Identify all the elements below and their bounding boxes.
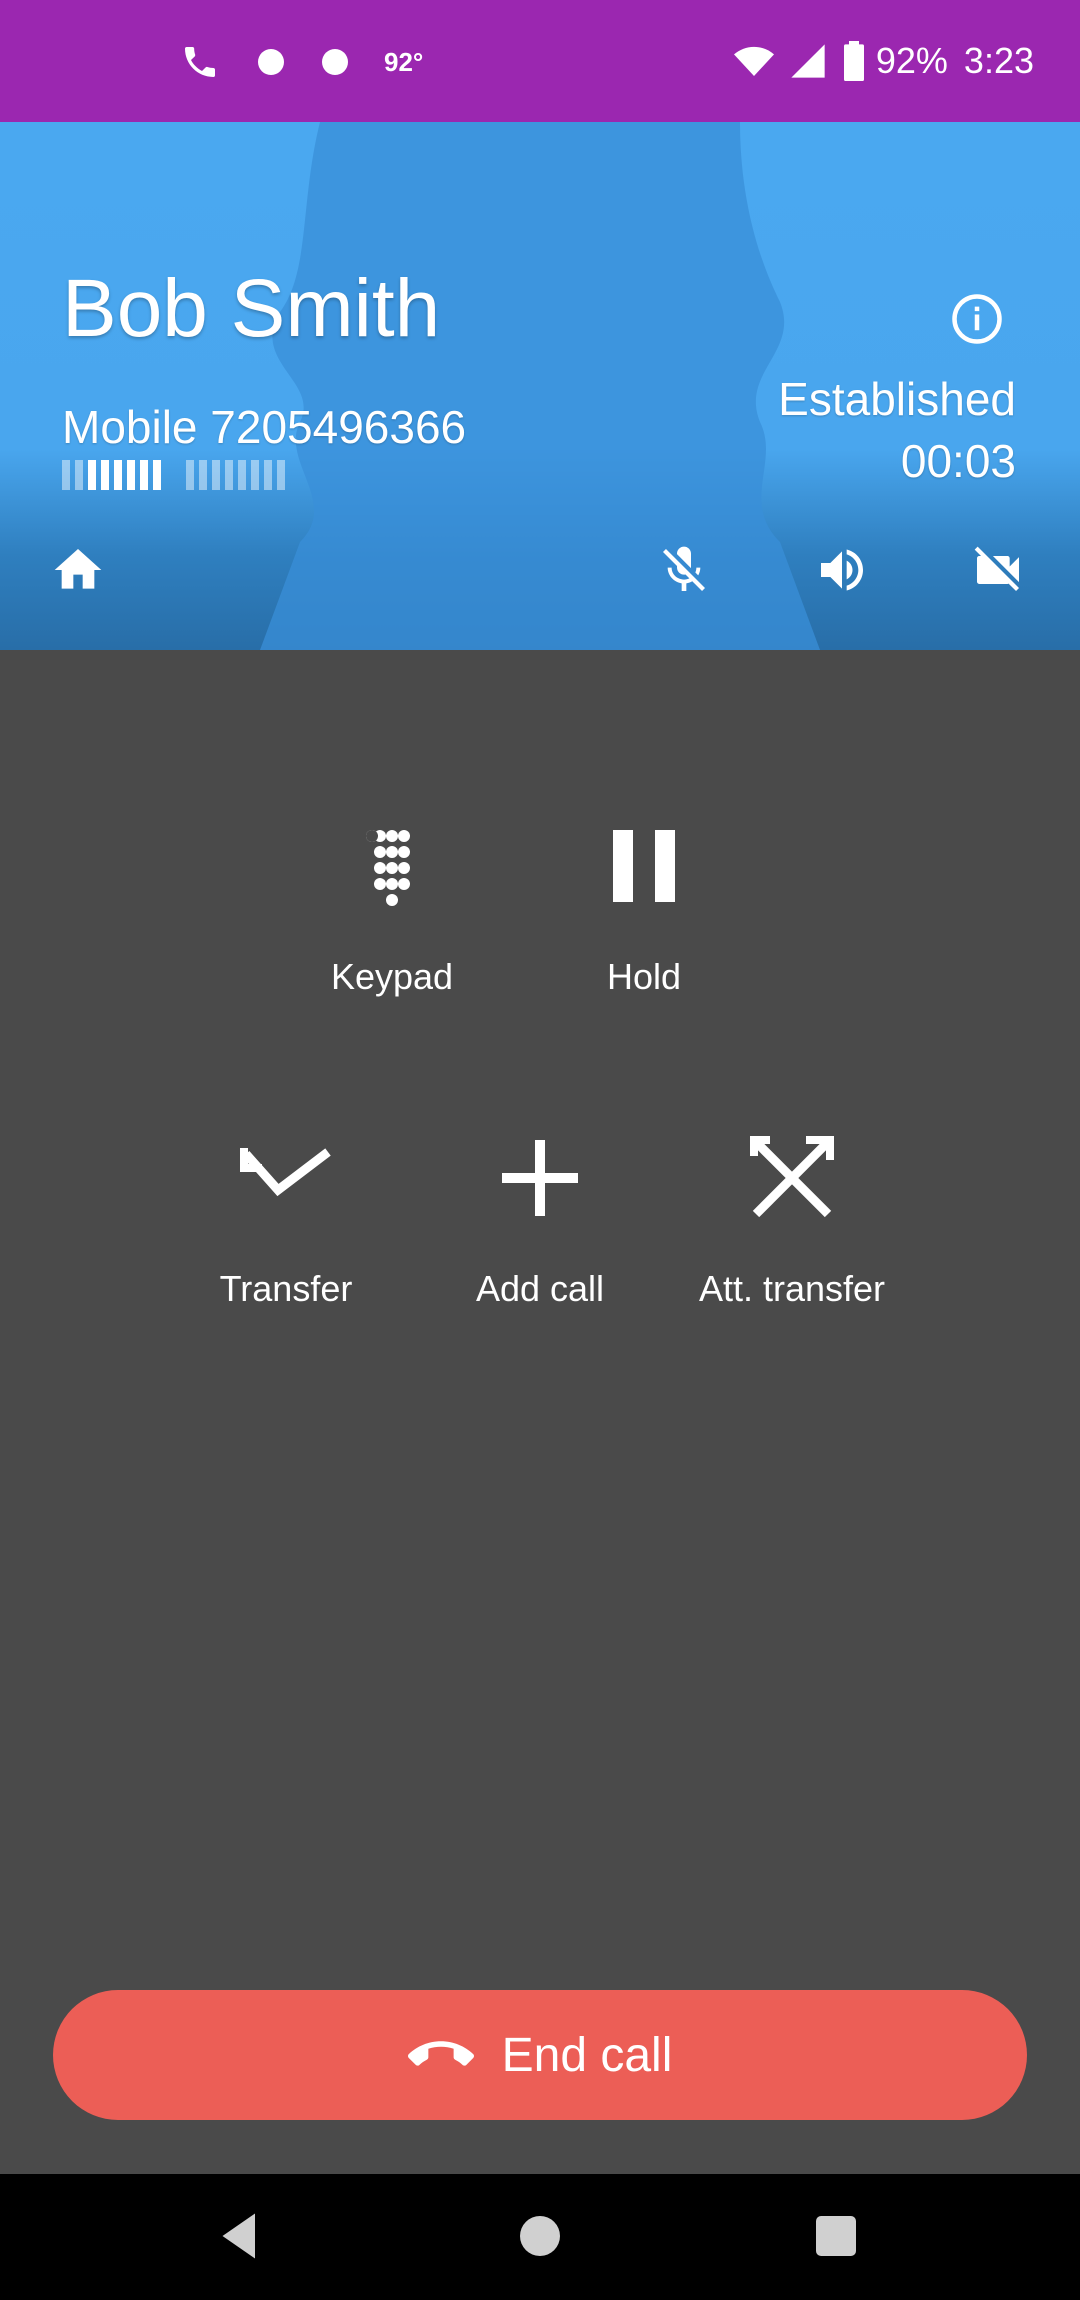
plus-icon — [502, 1140, 578, 1216]
phone-icon — [185, 47, 215, 77]
quality-bar — [153, 460, 161, 490]
quality-bar — [186, 460, 194, 490]
battery-percentage: 92% — [875, 40, 948, 81]
recents-icon[interactable] — [806, 2206, 866, 2266]
call-header: Bob Smith Mobile 7205496366 Established … — [0, 122, 1080, 650]
cell-signal-icon — [791, 44, 825, 78]
status-bar-left: 92° — [180, 40, 423, 84]
att-transfer-button[interactable]: Att. transfer — [692, 1128, 892, 1310]
caller-number: Mobile 7205496366 — [62, 401, 467, 453]
status-bar-right: 92% 3:23 — [733, 36, 1034, 86]
home-circle-icon[interactable] — [510, 2206, 570, 2266]
att-transfer-label: Att. transfer — [698, 1268, 886, 1309]
system-nav-bar — [0, 2174, 1080, 2300]
hold-label: Hold — [606, 956, 682, 997]
notification-dot-icon — [258, 49, 284, 75]
transfer-label: Transfer — [219, 1268, 353, 1309]
quality-bar — [127, 460, 135, 490]
quality-bar — [75, 460, 83, 490]
end-call-button[interactable]: End call — [53, 1990, 1027, 2120]
clock: 3:23 — [963, 40, 1034, 81]
keypad-button[interactable]: Keypad — [292, 816, 492, 998]
quality-bar — [277, 460, 285, 490]
end-call-label: End call — [501, 2028, 673, 2082]
quality-bar — [225, 460, 233, 490]
temperature: 92° — [384, 46, 424, 77]
attended-transfer-icon — [750, 1136, 834, 1218]
video-off-icon[interactable] — [970, 542, 1026, 598]
call-timer: 00:03 — [900, 435, 1016, 487]
dialpad-icon — [366, 830, 410, 906]
back-icon[interactable] — [210, 2206, 270, 2266]
add-call-label: Add call — [475, 1268, 605, 1309]
quality-bar — [238, 460, 246, 490]
notification-dot-icon — [322, 49, 348, 75]
transfer-button[interactable]: Transfer — [186, 1128, 386, 1310]
wifi-icon — [733, 46, 774, 76]
quality-bar — [101, 460, 109, 490]
call-state: Established — [778, 373, 1016, 425]
quality-bar — [140, 460, 148, 490]
pause-icon — [613, 830, 675, 902]
call-quality-bars — [62, 460, 290, 490]
contact-silhouette — [260, 122, 820, 650]
quality-bar — [199, 460, 207, 490]
home-icon[interactable] — [50, 542, 106, 598]
hold-button[interactable]: Hold — [544, 816, 744, 998]
info-icon[interactable] — [950, 292, 1004, 346]
quality-bar — [88, 460, 96, 490]
battery-icon — [843, 41, 864, 81]
add-call-button[interactable]: Add call — [440, 1128, 640, 1310]
quality-bar — [114, 460, 122, 490]
mic-off-icon[interactable] — [656, 542, 712, 598]
quality-bar — [62, 460, 70, 490]
transfer-icon — [240, 1148, 331, 1197]
quality-bar — [212, 460, 220, 490]
speaker-icon[interactable] — [814, 542, 870, 598]
caller-name: Bob Smith — [62, 263, 441, 354]
hang-up-icon — [407, 2041, 474, 2066]
status-bar: 92° 92% 3:23 — [0, 0, 1080, 122]
quality-bar — [264, 460, 272, 490]
quality-bar — [251, 460, 259, 490]
keypad-label: Keypad — [330, 956, 454, 997]
